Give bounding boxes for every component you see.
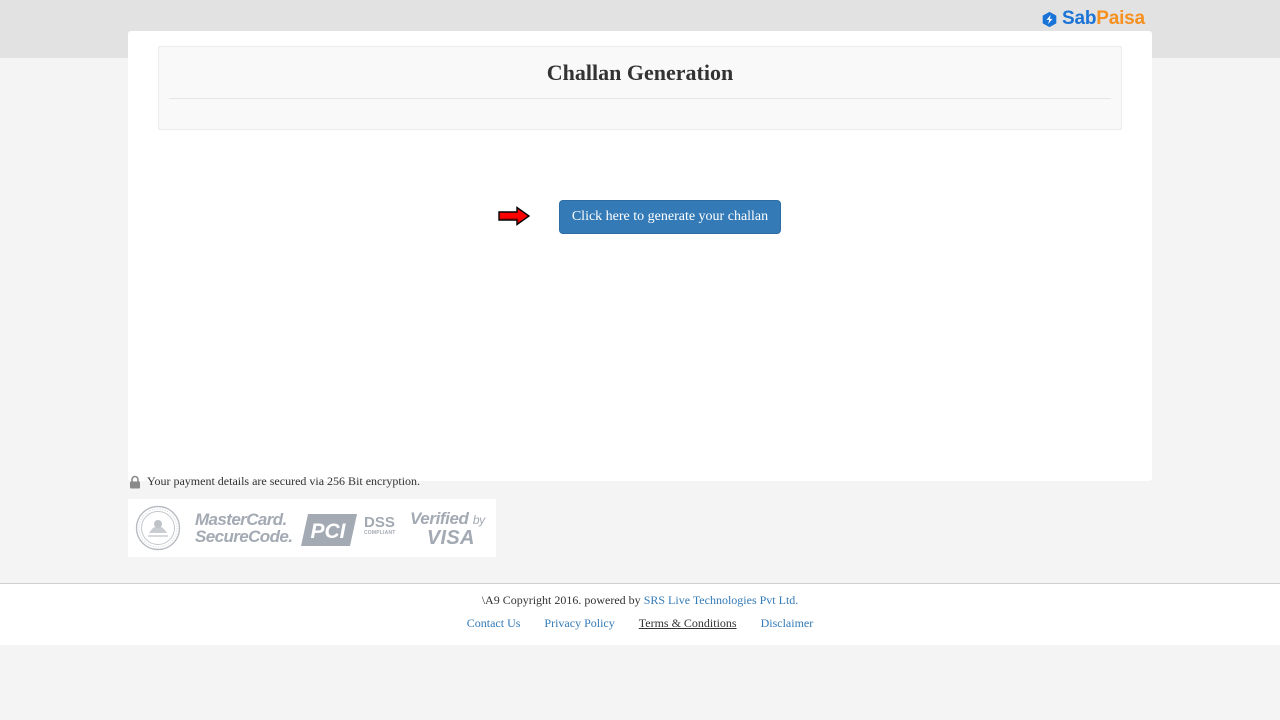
mastercard-line2: SecureCode.: [195, 527, 293, 546]
vbv-by: by: [472, 513, 485, 527]
terms-conditions-link[interactable]: Terms & Conditions: [639, 616, 737, 631]
pci-badge: PCI: [301, 514, 357, 546]
dss-compliant-badge: DSS COMPLIANT: [364, 514, 396, 536]
logo-sab-text: Sab: [1062, 8, 1097, 29]
main-card: Challan Generation Click here to generat…: [128, 31, 1152, 481]
copyright-text: \A9 Copyright 2016. powered by: [481, 593, 644, 607]
lock-icon: [130, 475, 140, 488]
challan-panel: Challan Generation: [158, 46, 1122, 130]
company-link[interactable]: SRS Live Technologies Pvt Ltd.: [644, 593, 799, 607]
dss-text: DSS: [364, 514, 395, 531]
logo-paisa-text: Paisa: [1096, 8, 1145, 29]
contact-us-link[interactable]: Contact Us: [467, 616, 521, 631]
rbi-seal-icon: [135, 505, 181, 551]
panel-divider: [169, 98, 1111, 99]
security-badges: MasterCard. SecureCode. PCI DSS COMPLIAN…: [128, 499, 496, 557]
vbv-visa: VISA: [426, 527, 475, 549]
security-notice: Your payment details are secured via 256…: [129, 474, 420, 489]
privacy-policy-link[interactable]: Privacy Policy: [544, 616, 614, 631]
security-message: Your payment details are secured via 256…: [147, 474, 421, 488]
dss-subtext: COMPLIANT: [364, 530, 396, 536]
verified-by-visa-badge: Verified by VISA: [410, 509, 485, 549]
sabpaisa-logo: SabPaisa: [1041, 8, 1145, 30]
red-arrow-icon: [498, 206, 530, 226]
generate-challan-button[interactable]: Click here to generate your challan: [559, 200, 781, 234]
sabpaisa-logo-icon: [1042, 11, 1057, 27]
footer-links: Contact Us Privacy Policy Terms & Condit…: [0, 616, 1280, 631]
pci-text: PCI: [310, 520, 346, 543]
vbv-verified: Verified: [410, 509, 469, 528]
logo-wordmark: SabPaisa: [1062, 8, 1145, 30]
footer: \A9 Copyright 2016. powered by SRS Live …: [0, 583, 1280, 645]
disclaimer-link[interactable]: Disclaimer: [761, 616, 814, 631]
copyright-line: \A9 Copyright 2016. powered by SRS Live …: [0, 593, 1280, 608]
page-title: Challan Generation: [546, 60, 734, 85]
mastercard-securecode-badge: MasterCard. SecureCode.: [195, 511, 293, 546]
